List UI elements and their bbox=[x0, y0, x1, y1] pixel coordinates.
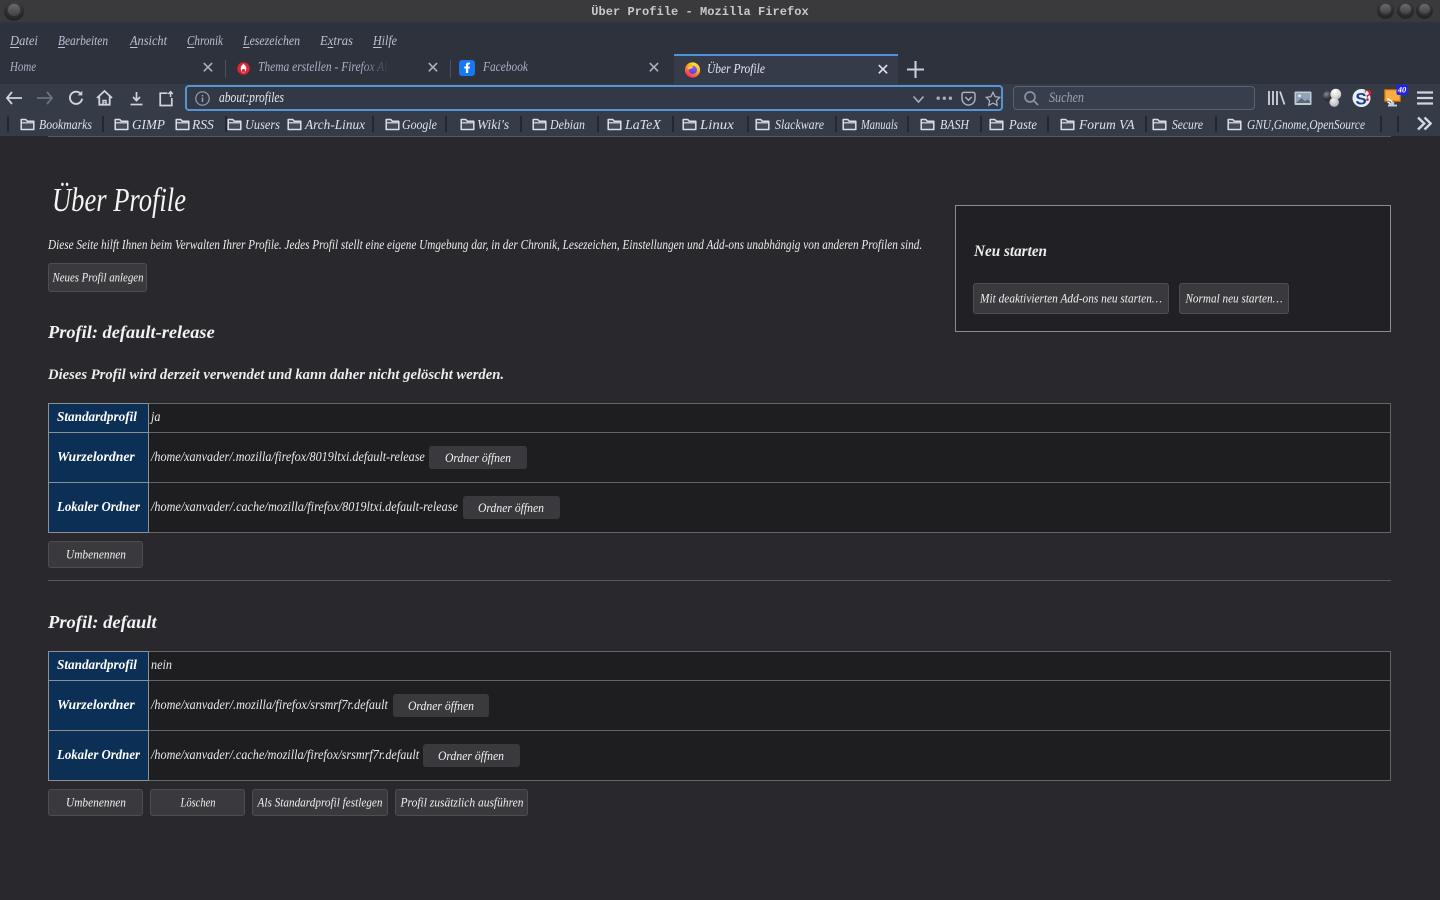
svg-text:?: ? bbox=[1364, 88, 1373, 105]
svg-text:40: 40 bbox=[1397, 84, 1407, 94]
